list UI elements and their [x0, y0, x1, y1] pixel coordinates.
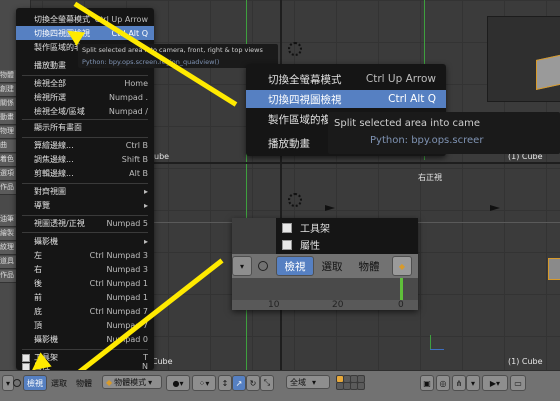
menu-item-right[interactable]: 右 Numpad 3 [16, 262, 154, 276]
axis-gizmo-icon [430, 349, 444, 350]
tooltip-python: Python: bpy.ops.screer [370, 135, 484, 146]
render-icon[interactable]: ▶▾ [482, 375, 508, 391]
ruler-tick: 10 [268, 300, 280, 310]
zoom-header-bar: ▾ 檢視 選取 物體 ◆ [232, 254, 418, 278]
menu-item-toggle-fullscreen[interactable]: 切換全螢幕模式 Ctrl Up Arrow [246, 70, 446, 88]
menu-item-align-view[interactable]: 對齊視圖 ▸ [16, 184, 154, 198]
rotate-manipulator[interactable]: ↻ [246, 375, 260, 391]
viewport-object-label-mid: ube [154, 152, 170, 161]
tooltip-text: Split selected area into came [334, 118, 481, 129]
tab-select[interactable]: 選取 [314, 256, 350, 276]
chevron-down-icon: ▾ [312, 377, 317, 387]
collapse-menu-icon[interactable] [258, 261, 268, 271]
tab-view[interactable]: 檢視 [23, 375, 47, 391]
submenu-arrow-icon: ▸ [143, 236, 148, 246]
object-mode-icon: ◆ [106, 377, 113, 387]
submenu-arrow-icon: ▸ [143, 200, 148, 210]
shading-selector[interactable]: ●▾ [166, 375, 190, 391]
menu-item-back[interactable]: 後 Ctrl Numpad 1 [16, 276, 154, 290]
axis-gizmo-icon [430, 335, 431, 349]
orientation-label: 全域 [290, 377, 306, 387]
lock-icon[interactable]: ▣ [420, 375, 434, 391]
menu-item-camera[interactable]: 攝影機 Numpad 0 [16, 332, 154, 346]
submenu-arrow-icon: ▸ [143, 186, 148, 196]
cube-object[interactable] [548, 258, 560, 280]
translate-manipulator[interactable]: ↗ [232, 375, 246, 391]
checkbox[interactable] [282, 240, 292, 250]
menu-item-toggle-fullscreen[interactable]: 切換全螢幕模式 Ctrl Up Arrow [16, 12, 154, 26]
viewport-split-vertical[interactable] [280, 0, 282, 370]
menu-item-view-global-local[interactable]: 檢視全域/區域 Numpad / [16, 104, 154, 118]
orientation-selector[interactable]: 全域 ▾ [286, 375, 330, 389]
menu-item-show-all-layers[interactable]: 顯示所有畫面 [16, 120, 154, 134]
menu-item-bottom[interactable]: 底 Ctrl Numpad 7 [16, 304, 154, 318]
menu-item-zoom-border[interactable]: 調焦邊線... Shift B [16, 152, 154, 166]
viewport-type-button[interactable]: ▾ [232, 256, 252, 276]
proportional-edit-icon[interactable]: ◎ [436, 375, 450, 391]
mode-selector[interactable]: ◆ 物體模式 ▾ [102, 375, 162, 389]
snap-element-selector[interactable]: ▾ [466, 375, 480, 391]
snap-icon[interactable]: ⋔ [452, 375, 466, 391]
zoom-header-inset: 工具架 屬性 ▾ 檢視 選取 物體 ◆ 10 20 0 [232, 218, 418, 310]
menu-item-front[interactable]: 前 Numpad 1 [16, 290, 154, 304]
timeline-ruler: 10 20 0 [232, 300, 418, 310]
right-view-label: 右正視 [418, 173, 442, 182]
manipulator-toggle[interactable]: ↕ [218, 375, 232, 391]
zoom-menu-tail[interactable]: 工具架 屬性 [276, 218, 418, 254]
checkbox[interactable] [282, 223, 292, 233]
ruler-tick: 20 [332, 300, 344, 310]
object-mode-icon[interactable]: ◆ [392, 256, 412, 276]
menu-item-left[interactable]: 左 Ctrl Numpad 3 [16, 248, 154, 262]
menu-item-clipping-border[interactable]: 剪輯邊線... Alt B [16, 166, 154, 180]
current-frame-marker[interactable] [400, 278, 403, 300]
chevron-down-icon: ▾ [148, 377, 153, 387]
menu-item-cameras[interactable]: 攝影機 ▸ [16, 234, 154, 248]
lamp-icon[interactable] [288, 42, 302, 56]
menu-divider [22, 349, 148, 350]
menu-divider [22, 232, 148, 233]
menu-item-view-persp-ortho[interactable]: 視圖透視/正視 Numpad 5 [16, 216, 154, 230]
menu-item-tool-shelf[interactable]: 工具架 [276, 220, 418, 235]
menu-item-render-border[interactable]: 算繪邊線... Ctrl B [16, 138, 154, 152]
camera-view-frame [487, 16, 560, 102]
tab-object[interactable]: 物體 [350, 256, 388, 276]
tab-select[interactable]: 選取 [47, 375, 71, 391]
menu-item-toggle-quad-view[interactable]: 切換四視圖檢視 Ctrl Alt Q [246, 90, 446, 108]
tab-object[interactable]: 物體 [72, 375, 96, 391]
scale-manipulator[interactable]: ⤡ [260, 375, 274, 391]
lamp-icon[interactable] [288, 193, 302, 207]
menu-item-navigation[interactable]: 導覽 ▸ [16, 198, 154, 212]
tab-view[interactable]: 檢視 [276, 256, 314, 276]
layer-button[interactable] [357, 382, 365, 390]
camera-icon[interactable]: ▭ [510, 375, 526, 391]
cube-object[interactable] [536, 54, 560, 90]
collapse-menu-icon[interactable] [13, 379, 21, 387]
viewport-object-label-bottom-right: (1) Cube [508, 357, 543, 366]
viewport-header: ▾ 檢視 選取 物體 ◆ 物體模式 ▾ ●▾ ⁘▾ ↕ ↗ ↻ ⤡ 全域 ▾ ▣… [0, 370, 560, 401]
tooltip-zoom: Split selected area into came Python: bp… [328, 112, 560, 154]
ruler-tick: 0 [398, 300, 404, 310]
mode-label: 物體模式 [114, 377, 147, 387]
menu-item-properties[interactable]: 屬性 [276, 237, 418, 252]
menu-item-view-all[interactable]: 檢視全部 Home [16, 76, 154, 90]
menu-item-view-selected[interactable]: 檢視所選 Numpad . [16, 90, 154, 104]
timeline-strip[interactable] [232, 278, 418, 300]
tooltip-text: Split selected area into camera, front, … [82, 46, 263, 54]
pivot-selector[interactable]: ⁘▾ [192, 375, 216, 391]
